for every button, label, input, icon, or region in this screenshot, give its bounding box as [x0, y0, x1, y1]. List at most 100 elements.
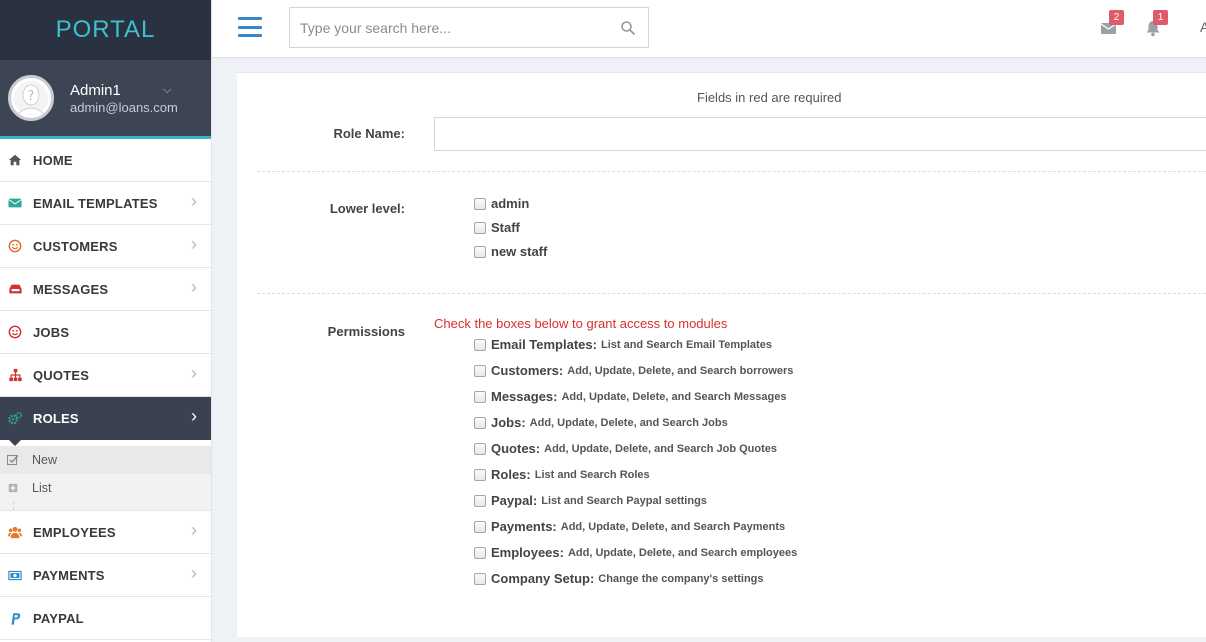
lower-level-checkbox[interactable]	[474, 197, 486, 210]
money-icon	[7, 567, 23, 583]
permission-checkbox[interactable]	[474, 520, 486, 533]
notification-count-badge: 1	[1153, 10, 1168, 25]
submenu-item-list[interactable]: List	[0, 474, 211, 502]
permission-module-label: Paypal:	[491, 493, 538, 508]
permission-module-label: Employees:	[491, 545, 564, 560]
cogs-icon	[7, 410, 23, 426]
sidebar-item-label: EMPLOYEES	[33, 524, 116, 540]
sidebar-item-messages[interactable]: MESSAGES ›	[0, 268, 211, 311]
permission-checkbox[interactable]	[474, 442, 486, 455]
permission-checkbox[interactable]	[474, 468, 486, 481]
permission-description: Add, Update, Delete, and Search Payments	[560, 520, 786, 533]
permission-option: Roles: List and Search Roles	[474, 467, 650, 482]
sidebar-item-payments[interactable]: PAYMENTS ›	[0, 554, 211, 597]
chevron-right-icon: ›	[191, 563, 197, 583]
sitemap-icon	[7, 367, 23, 383]
sidebar-item-email-templates[interactable]: EMAIL TEMPLATES ›	[0, 182, 211, 225]
sidebar-item-home[interactable]: HOME	[0, 139, 211, 182]
lower-level-checkbox[interactable]	[474, 221, 486, 234]
permission-module-label: Customers:	[491, 363, 564, 378]
role-form: Fields in red are required Role Name: Lo…	[237, 72, 1206, 637]
mail-count-badge: 2	[1109, 10, 1124, 25]
envelope-icon	[7, 195, 23, 211]
sidebar-item-customers[interactable]: CUSTOMERS ›	[0, 225, 211, 268]
svg-text:?: ?	[28, 89, 35, 104]
permission-option: Email Templates: List and Search Email Te…	[474, 337, 772, 352]
permission-option: Jobs: Add, Update, Delete, and Search Job…	[474, 415, 728, 430]
sidebar-item-employees[interactable]: EMPLOYEES ›	[0, 511, 211, 554]
user-profile[interactable]: ? Admin1 admin@loans.com ⌵	[0, 60, 211, 139]
submenu-item-label: List	[32, 481, 52, 495]
sidebar-item-label: JOBS	[33, 324, 70, 340]
permission-checkbox[interactable]	[474, 338, 486, 351]
permission-description: List and Search Email Templates	[600, 338, 772, 351]
user-menu-label[interactable]: A	[1200, 19, 1206, 35]
users-icon	[7, 524, 23, 540]
permission-checkbox[interactable]	[474, 572, 486, 585]
sidebar-item-label: HOME	[33, 152, 73, 168]
smile-icon	[7, 238, 23, 254]
chevron-right-icon: ›	[191, 234, 197, 254]
permission-description: Add, Update, Delete, and Search borrower…	[567, 364, 794, 377]
permission-description: Add, Update, Delete, and Search Messages	[561, 390, 787, 403]
menu-toggle-icon[interactable]	[238, 17, 262, 37]
permission-module-label: Messages:	[491, 389, 558, 404]
permission-checkbox[interactable]	[474, 416, 486, 429]
permission-checkbox[interactable]	[474, 364, 486, 377]
permission-description: Add, Update, Delete, and Search Job Quot…	[544, 442, 778, 455]
permission-checkbox[interactable]	[474, 494, 486, 507]
lower-level-checkbox[interactable]	[474, 245, 486, 258]
permission-option: Company Setup: Change the company's setti…	[474, 571, 764, 586]
permission-option: Quotes: Add, Update, Delete, and Search J…	[474, 441, 777, 456]
permission-checkbox[interactable]	[474, 546, 486, 559]
lower-level-option: admin	[474, 196, 529, 211]
sidebar: PORTAL ? Admin1 admin@loans.com ⌵ HOME EM…	[0, 0, 212, 642]
permission-description: Add, Update, Delete, and Search employee…	[567, 546, 798, 559]
chevron-right-icon: ›	[191, 520, 197, 540]
home-icon	[7, 152, 23, 168]
lower-level-label: Staff	[491, 220, 520, 235]
user-name: Admin1	[70, 81, 121, 99]
sidebar-item-label: PAYPAL	[33, 610, 84, 626]
permissions-label: Permissions	[327, 324, 405, 339]
role-name-input[interactable]	[434, 117, 1206, 151]
sidebar-item-label: QUOTES	[33, 367, 90, 383]
sidebar-item-label: PAYMENTS	[33, 567, 105, 583]
brand-title[interactable]: PORTAL	[56, 16, 156, 44]
permission-option: Customers: Add, Update, Delete, and Searc…	[474, 363, 793, 378]
permission-description: List and Search Paypal settings	[541, 494, 707, 507]
submenu-item-label: New	[32, 453, 58, 467]
brand-header: PORTAL	[0, 0, 211, 60]
permission-option: Paypal: List and Search Paypal settings	[474, 493, 707, 508]
permission-checkbox[interactable]	[474, 390, 486, 403]
check-square-icon	[7, 454, 19, 466]
notifications-button[interactable]: 1	[1144, 10, 1168, 37]
search-input[interactable]	[290, 8, 610, 47]
search-icon[interactable]	[620, 20, 636, 36]
mail-button[interactable]: 2	[1100, 10, 1124, 37]
chevron-right-icon: ›	[191, 406, 197, 426]
lower-level-label: Lower level:	[329, 201, 405, 216]
sidebar-item-quotes[interactable]: QUOTES ›	[0, 354, 211, 397]
sidebar-item-paypal[interactable]: PAYPAL	[0, 597, 211, 640]
permission-option: Payments: Add, Update, Delete, and Search…	[474, 519, 785, 534]
permission-option: Messages: Add, Update, Delete, and Search…	[474, 389, 786, 404]
permission-module-label: Jobs:	[491, 415, 526, 430]
sidebar-item-jobs[interactable]: JOBS	[0, 311, 211, 354]
search-box	[289, 7, 649, 48]
sidebar-item-roles[interactable]: ROLES ›	[0, 397, 211, 446]
submenu-item-new[interactable]: New	[0, 446, 211, 474]
sidebar-item-label: EMAIL TEMPLATES	[33, 195, 158, 211]
paypal-icon	[7, 610, 23, 626]
chevron-right-icon: ›	[191, 277, 197, 297]
avatar: ?	[8, 75, 54, 121]
inbox-icon	[7, 281, 23, 297]
divider	[257, 171, 1206, 172]
chevron-down-icon[interactable]: ⌵	[163, 84, 171, 97]
permission-module-label: Payments:	[491, 519, 557, 534]
required-fields-note: Fields in red are required	[697, 90, 842, 105]
lower-level-label: admin	[491, 196, 530, 211]
permission-description: Change the company's settings	[598, 572, 764, 585]
permission-option: Employees: Add, Update, Delete, and Searc…	[474, 545, 797, 560]
permission-module-label: Roles:	[491, 467, 531, 482]
